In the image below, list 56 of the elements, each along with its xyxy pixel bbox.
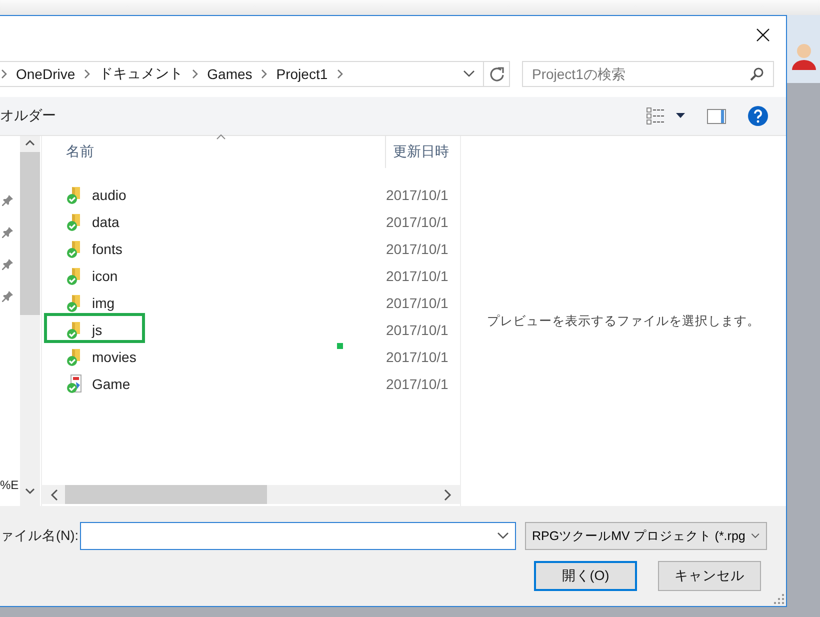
- file-name[interactable]: audio: [92, 186, 386, 202]
- refresh-icon: [488, 66, 504, 82]
- cancel-button[interactable]: キャンセル: [658, 561, 761, 591]
- dropdown-chevron-icon[interactable]: [751, 532, 760, 540]
- resize-grip-icon[interactable]: [774, 594, 784, 604]
- file-name[interactable]: Game: [92, 376, 386, 392]
- date-cell: 2017/10/1: [386, 348, 448, 364]
- dropdown-chevron-icon[interactable]: [463, 70, 475, 78]
- user-avatar-icon[interactable]: [790, 42, 816, 70]
- column-header[interactable]: 更新日時: [385, 136, 449, 168]
- nav-item-text[interactable]: %E: [0, 478, 19, 492]
- pin-icon: [2, 194, 14, 206]
- breadcrumb-item[interactable]: OneDrive: [16, 66, 76, 82]
- dropdown-chevron-icon[interactable]: [497, 532, 509, 540]
- date-cell: 2017/10/1: [386, 294, 448, 310]
- preview-message: プレビューを表示するファイルを選択します。: [487, 312, 760, 330]
- breadcrumb-item[interactable]: Games: [207, 66, 252, 82]
- view-options-icon[interactable]: [646, 107, 666, 125]
- pin-icon: [2, 226, 14, 238]
- dropdown-arrow-icon[interactable]: [676, 113, 685, 119]
- breadcrumb-item[interactable]: ドキュメント: [99, 65, 184, 83]
- search-icon: [750, 67, 764, 81]
- search-field[interactable]: Project1の検索: [522, 61, 774, 87]
- column-header[interactable]: 名前: [42, 143, 385, 161]
- breadcrumb-chevron-icon: [336, 69, 344, 79]
- pin-icon: [2, 290, 14, 302]
- help-icon[interactable]: [748, 106, 768, 126]
- preview-pane-icon[interactable]: [707, 108, 726, 124]
- date-cell: 2017/10/1: [386, 322, 448, 338]
- file-name[interactable]: data: [92, 214, 386, 230]
- file-type-dropdown[interactable]: RPGツクールMV プロジェクト (*.rpg: [525, 522, 767, 550]
- file-name[interactable]: movies: [92, 348, 386, 364]
- breadcrumb-item[interactable]: Project1: [276, 66, 328, 82]
- close-button[interactable]: [754, 26, 772, 44]
- breadcrumb-chevron-icon: [83, 69, 92, 79]
- file-name[interactable]: js: [92, 322, 386, 338]
- address-bar[interactable]: OneDrive ドキュメント Games Project1: [0, 61, 484, 87]
- pin-icon: [2, 258, 14, 270]
- breadcrumb-chevron-icon: [0, 69, 8, 79]
- date-cell: 2017/10/1: [386, 214, 448, 230]
- filename-field[interactable]: [80, 522, 516, 550]
- scrollbar-thumb[interactable]: [65, 485, 267, 504]
- date-cell: 2017/10/1: [386, 186, 448, 202]
- scrollbar-thumb[interactable]: [20, 152, 40, 315]
- open-button[interactable]: 開く(O): [534, 561, 637, 591]
- toolbar-label: オルダー: [0, 107, 56, 125]
- file-name[interactable]: icon: [92, 268, 386, 284]
- file-name[interactable]: fonts: [92, 240, 386, 256]
- breadcrumb-chevron-icon: [191, 69, 200, 79]
- file-name[interactable]: img: [92, 294, 386, 310]
- date-cell: 2017/10/1: [386, 376, 448, 392]
- breadcrumb-chevron-icon: [260, 69, 268, 79]
- refresh-button[interactable]: [484, 61, 510, 87]
- filename-label: ァイル名(N):: [0, 527, 80, 545]
- date-cell: 2017/10/1: [386, 268, 448, 284]
- date-cell: 2017/10/1: [386, 240, 448, 256]
